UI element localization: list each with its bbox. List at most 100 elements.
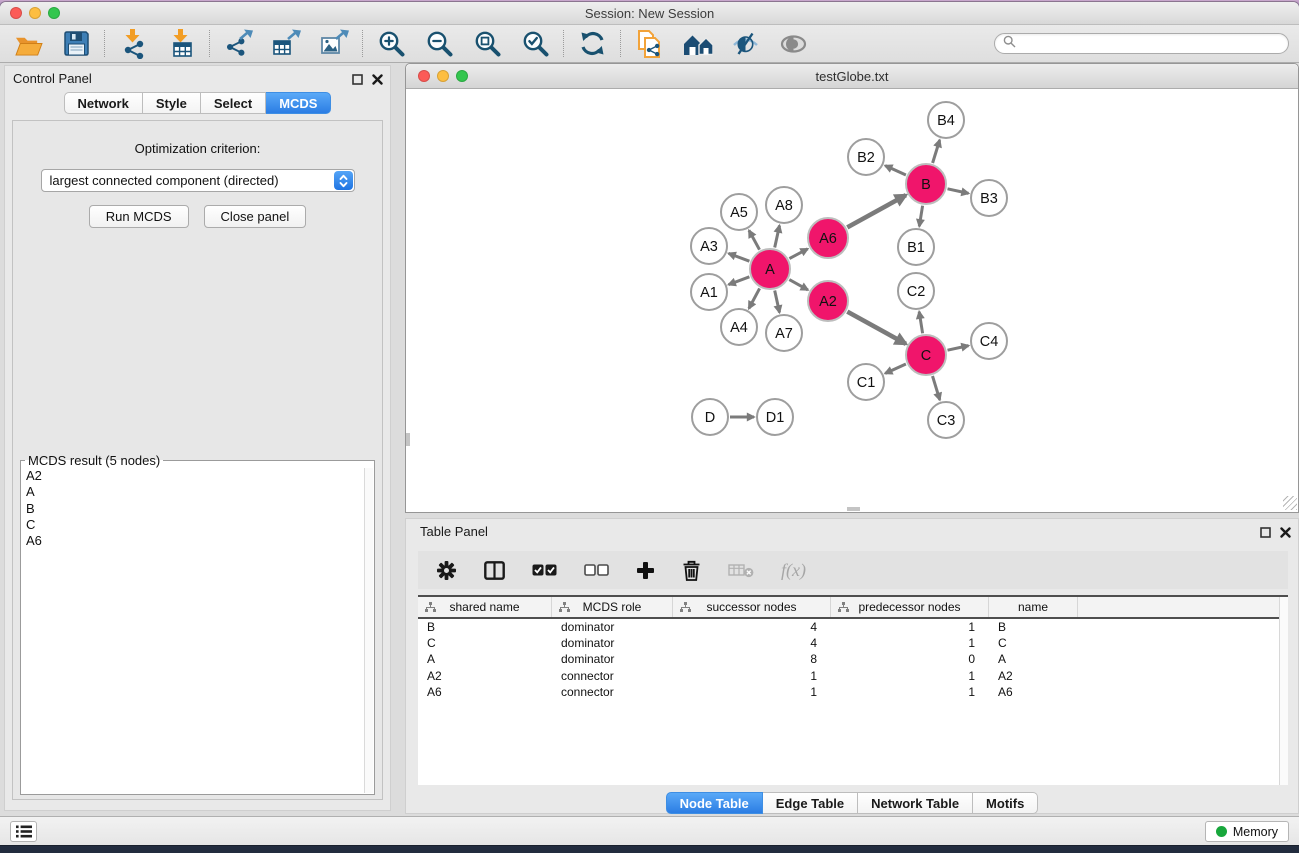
- cell-predecessor-nodes[interactable]: 1: [831, 685, 989, 699]
- edge-C-C3[interactable]: [933, 376, 940, 400]
- table-row[interactable]: A6connector11A6: [418, 684, 1288, 700]
- cell-successor-nodes[interactable]: 1: [673, 669, 831, 683]
- cell-shared-name[interactable]: C: [418, 636, 552, 650]
- open-file-icon[interactable]: [12, 28, 44, 60]
- column-header-successor-nodes[interactable]: successor nodes: [673, 597, 831, 617]
- mcds-result-list[interactable]: A2ABCA6: [22, 468, 373, 793]
- table-close-panel-icon[interactable]: [1280, 525, 1291, 543]
- add-column-icon[interactable]: [636, 561, 655, 580]
- cell-successor-nodes[interactable]: 4: [673, 636, 831, 650]
- split-columns-icon[interactable]: [484, 561, 505, 580]
- cell-successor-nodes[interactable]: 4: [673, 620, 831, 634]
- table-row[interactable]: A2connector11A2: [418, 668, 1288, 684]
- mcds-result-item[interactable]: A6: [22, 533, 373, 549]
- graph-node-A5[interactable]: A5: [721, 194, 757, 230]
- zoom-out-icon[interactable]: [423, 28, 455, 60]
- home-icon[interactable]: [681, 28, 713, 60]
- cell-MCDS-role[interactable]: dominator: [552, 636, 673, 650]
- show-panel-icon[interactable]: [777, 28, 809, 60]
- tab-style[interactable]: Style: [143, 92, 201, 114]
- result-scrollbar[interactable]: [364, 468, 373, 793]
- graph-node-A2[interactable]: A2: [808, 281, 848, 321]
- table-row[interactable]: Cdominator41C: [418, 635, 1288, 651]
- save-session-icon[interactable]: [60, 28, 92, 60]
- delete-column-icon[interactable]: [682, 560, 701, 581]
- import-network-icon[interactable]: [117, 28, 149, 60]
- cell-MCDS-role[interactable]: connector: [552, 685, 673, 699]
- tab-select[interactable]: Select: [201, 92, 266, 114]
- edge-A-A3[interactable]: [729, 253, 750, 261]
- graph-node-D1[interactable]: D1: [757, 399, 793, 435]
- task-history-button[interactable]: [10, 821, 37, 842]
- graph-node-C[interactable]: C: [906, 335, 946, 375]
- cell-shared-name[interactable]: A: [418, 652, 552, 666]
- zoom-selected-icon[interactable]: [519, 28, 551, 60]
- column-header-MCDS-role[interactable]: MCDS role: [552, 597, 673, 617]
- tab-motifs[interactable]: Motifs: [973, 792, 1038, 814]
- edge-A-A1[interactable]: [729, 277, 750, 285]
- cell-name[interactable]: C: [989, 636, 1078, 650]
- hide-panel-icon[interactable]: [729, 28, 761, 60]
- graph-node-B2[interactable]: B2: [848, 139, 884, 175]
- cell-name[interactable]: A6: [989, 685, 1078, 699]
- cell-predecessor-nodes[interactable]: 1: [831, 636, 989, 650]
- cell-shared-name[interactable]: B: [418, 620, 552, 634]
- zoom-in-icon[interactable]: [375, 28, 407, 60]
- graph-node-B3[interactable]: B3: [971, 180, 1007, 216]
- graph-node-D[interactable]: D: [692, 399, 728, 435]
- graph-node-B1[interactable]: B1: [898, 229, 934, 265]
- column-header-predecessor-nodes[interactable]: predecessor nodes: [831, 597, 989, 617]
- network-canvas[interactable]: B4B2BB3A5A8A3A6AB1A1C2A2A4A7CC4C1C3DD1: [406, 89, 1298, 511]
- edge-A-A4[interactable]: [749, 288, 760, 308]
- mcds-result-item[interactable]: A: [22, 484, 373, 500]
- export-table-icon[interactable]: [270, 28, 302, 60]
- graph-node-A6[interactable]: A6: [808, 218, 848, 258]
- edge-B-B3[interactable]: [948, 189, 969, 194]
- graph-node-A[interactable]: A: [750, 249, 790, 289]
- graph-node-A8[interactable]: A8: [766, 187, 802, 223]
- graph-node-A4[interactable]: A4: [721, 309, 757, 345]
- edge-A2-C[interactable]: [847, 312, 906, 344]
- table-row[interactable]: Adominator80A: [418, 651, 1288, 667]
- mcds-result-item[interactable]: A2: [22, 468, 373, 484]
- table-settings-gear-icon[interactable]: [436, 560, 457, 581]
- network-window-titlebar[interactable]: testGlobe.txt: [406, 64, 1298, 89]
- column-header-name[interactable]: name: [989, 597, 1078, 617]
- graph-node-C4[interactable]: C4: [971, 323, 1007, 359]
- resize-grip[interactable]: [1283, 496, 1297, 510]
- column-header-shared-name[interactable]: shared name: [418, 597, 552, 617]
- edge-A-A6[interactable]: [789, 249, 807, 259]
- zoom-fit-icon[interactable]: [471, 28, 503, 60]
- duplicate-network-icon[interactable]: [633, 28, 665, 60]
- import-table-icon[interactable]: [165, 28, 197, 60]
- memory-button[interactable]: Memory: [1205, 821, 1289, 842]
- export-image-icon[interactable]: [318, 28, 350, 60]
- cell-MCDS-role[interactable]: connector: [552, 669, 673, 683]
- mcds-result-item[interactable]: C: [22, 517, 373, 533]
- graph-node-B[interactable]: B: [906, 164, 946, 204]
- edge-A-A7[interactable]: [775, 291, 780, 313]
- cell-successor-nodes[interactable]: 8: [673, 652, 831, 666]
- graph-node-A3[interactable]: A3: [691, 228, 727, 264]
- table-row[interactable]: Bdominator41B: [418, 619, 1288, 635]
- export-network-icon[interactable]: [222, 28, 254, 60]
- tab-node-table[interactable]: Node Table: [666, 792, 763, 814]
- table-scrollbar[interactable]: [1279, 597, 1288, 785]
- cell-MCDS-role[interactable]: dominator: [552, 620, 673, 634]
- graph-node-A7[interactable]: A7: [766, 315, 802, 351]
- tab-network-table[interactable]: Network Table: [858, 792, 973, 814]
- cell-predecessor-nodes[interactable]: 1: [831, 620, 989, 634]
- graph-node-B4[interactable]: B4: [928, 102, 964, 138]
- search-field[interactable]: [994, 33, 1289, 54]
- vertical-scroll-indicator[interactable]: [406, 433, 410, 446]
- edge-B-B4[interactable]: [933, 140, 940, 163]
- graph-node-A1[interactable]: A1: [691, 274, 727, 310]
- cell-MCDS-role[interactable]: dominator: [552, 652, 673, 666]
- graph-node-C1[interactable]: C1: [848, 364, 884, 400]
- search-input[interactable]: [1021, 36, 1288, 52]
- edge-A-A5[interactable]: [749, 230, 760, 249]
- cell-name[interactable]: B: [989, 620, 1078, 634]
- tab-edge-table[interactable]: Edge Table: [763, 792, 858, 814]
- graph-node-C2[interactable]: C2: [898, 273, 934, 309]
- cell-predecessor-nodes[interactable]: 1: [831, 669, 989, 683]
